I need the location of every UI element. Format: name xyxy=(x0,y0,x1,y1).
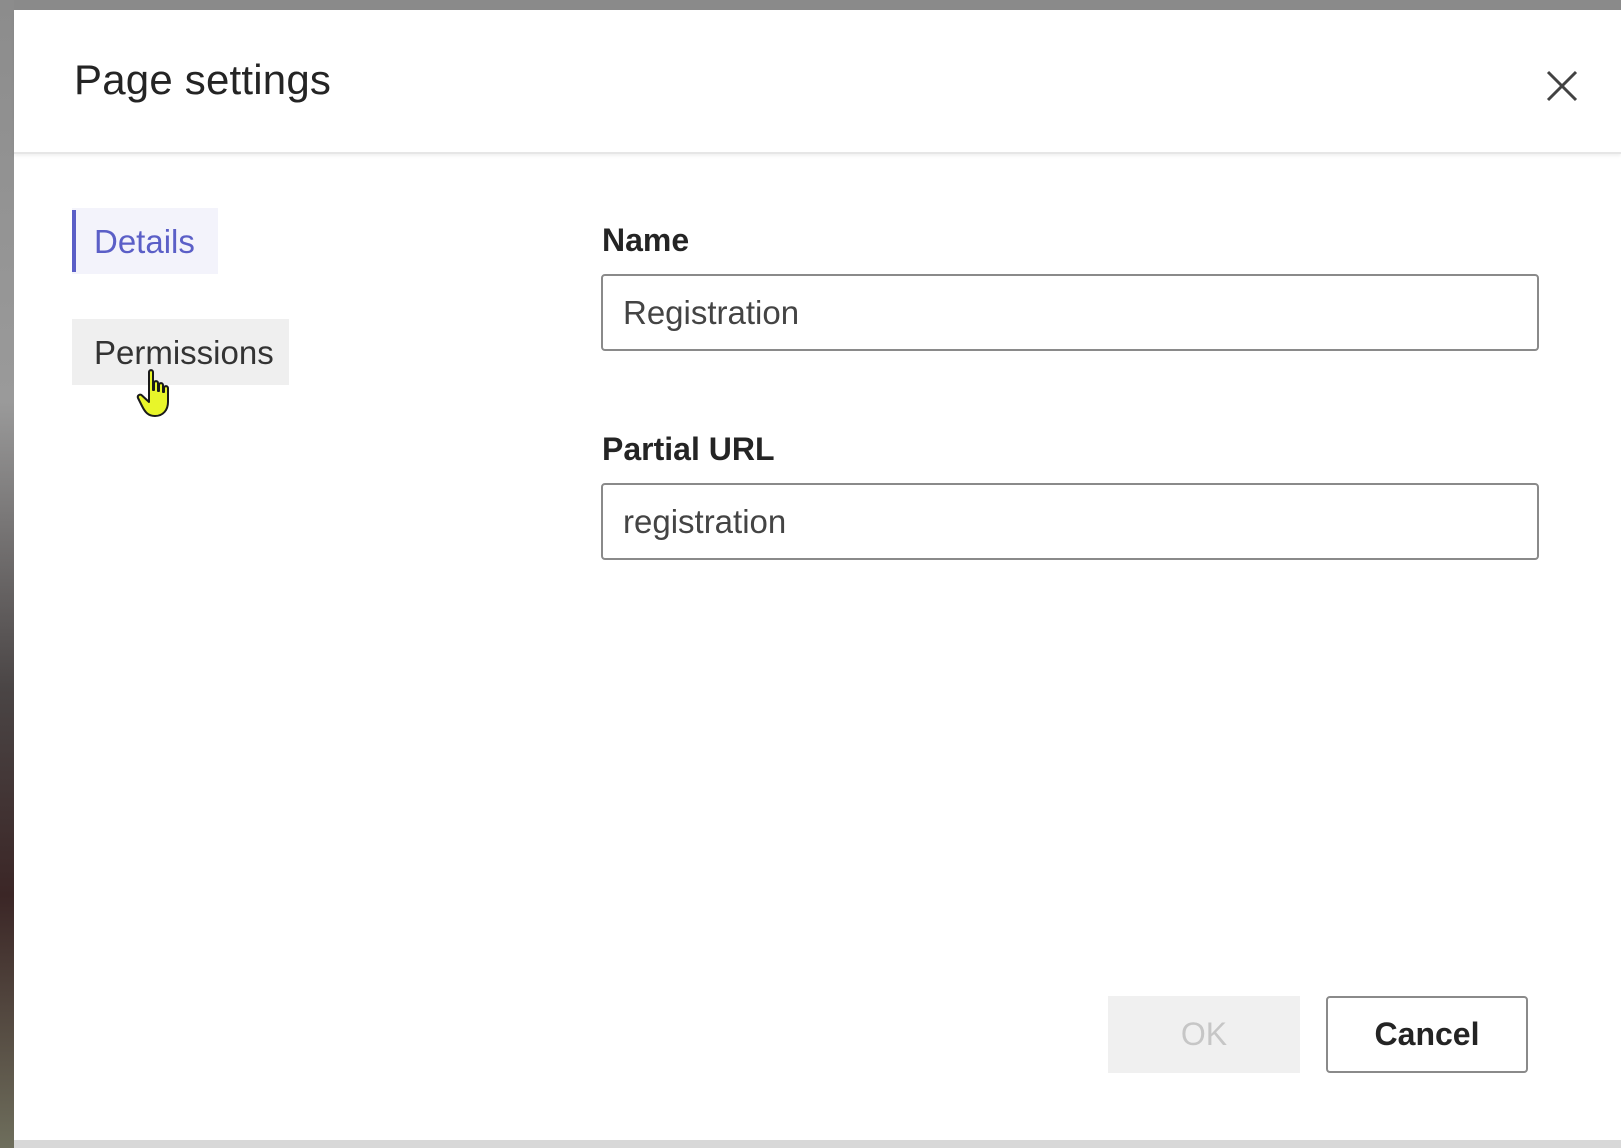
hand-pointer-cursor-icon xyxy=(136,369,169,417)
partial-url-label: Partial URL xyxy=(602,431,775,467)
name-input[interactable] xyxy=(601,274,1539,351)
cancel-button[interactable]: Cancel xyxy=(1326,996,1528,1073)
dialog-bottom-edge xyxy=(14,1140,1621,1148)
close-button[interactable] xyxy=(1542,66,1582,106)
page-settings-dialog: Page settings Details Permissions Name P… xyxy=(14,10,1621,1140)
nav-item-details[interactable]: Details xyxy=(72,208,218,274)
partial-url-input[interactable] xyxy=(601,483,1539,560)
nav-item-label: Permissions xyxy=(94,334,274,371)
backdrop-app-edge xyxy=(0,0,14,1148)
dialog-header: Page settings xyxy=(14,10,1621,154)
nav-item-label: Details xyxy=(94,223,195,260)
nav-item-permissions[interactable]: Permissions xyxy=(72,319,289,385)
ok-button[interactable]: OK xyxy=(1108,996,1300,1073)
backdrop-topbar xyxy=(0,0,1621,10)
dialog-title: Page settings xyxy=(74,56,332,103)
close-icon xyxy=(1546,70,1578,102)
name-label: Name xyxy=(602,222,690,258)
active-indicator xyxy=(72,210,76,272)
